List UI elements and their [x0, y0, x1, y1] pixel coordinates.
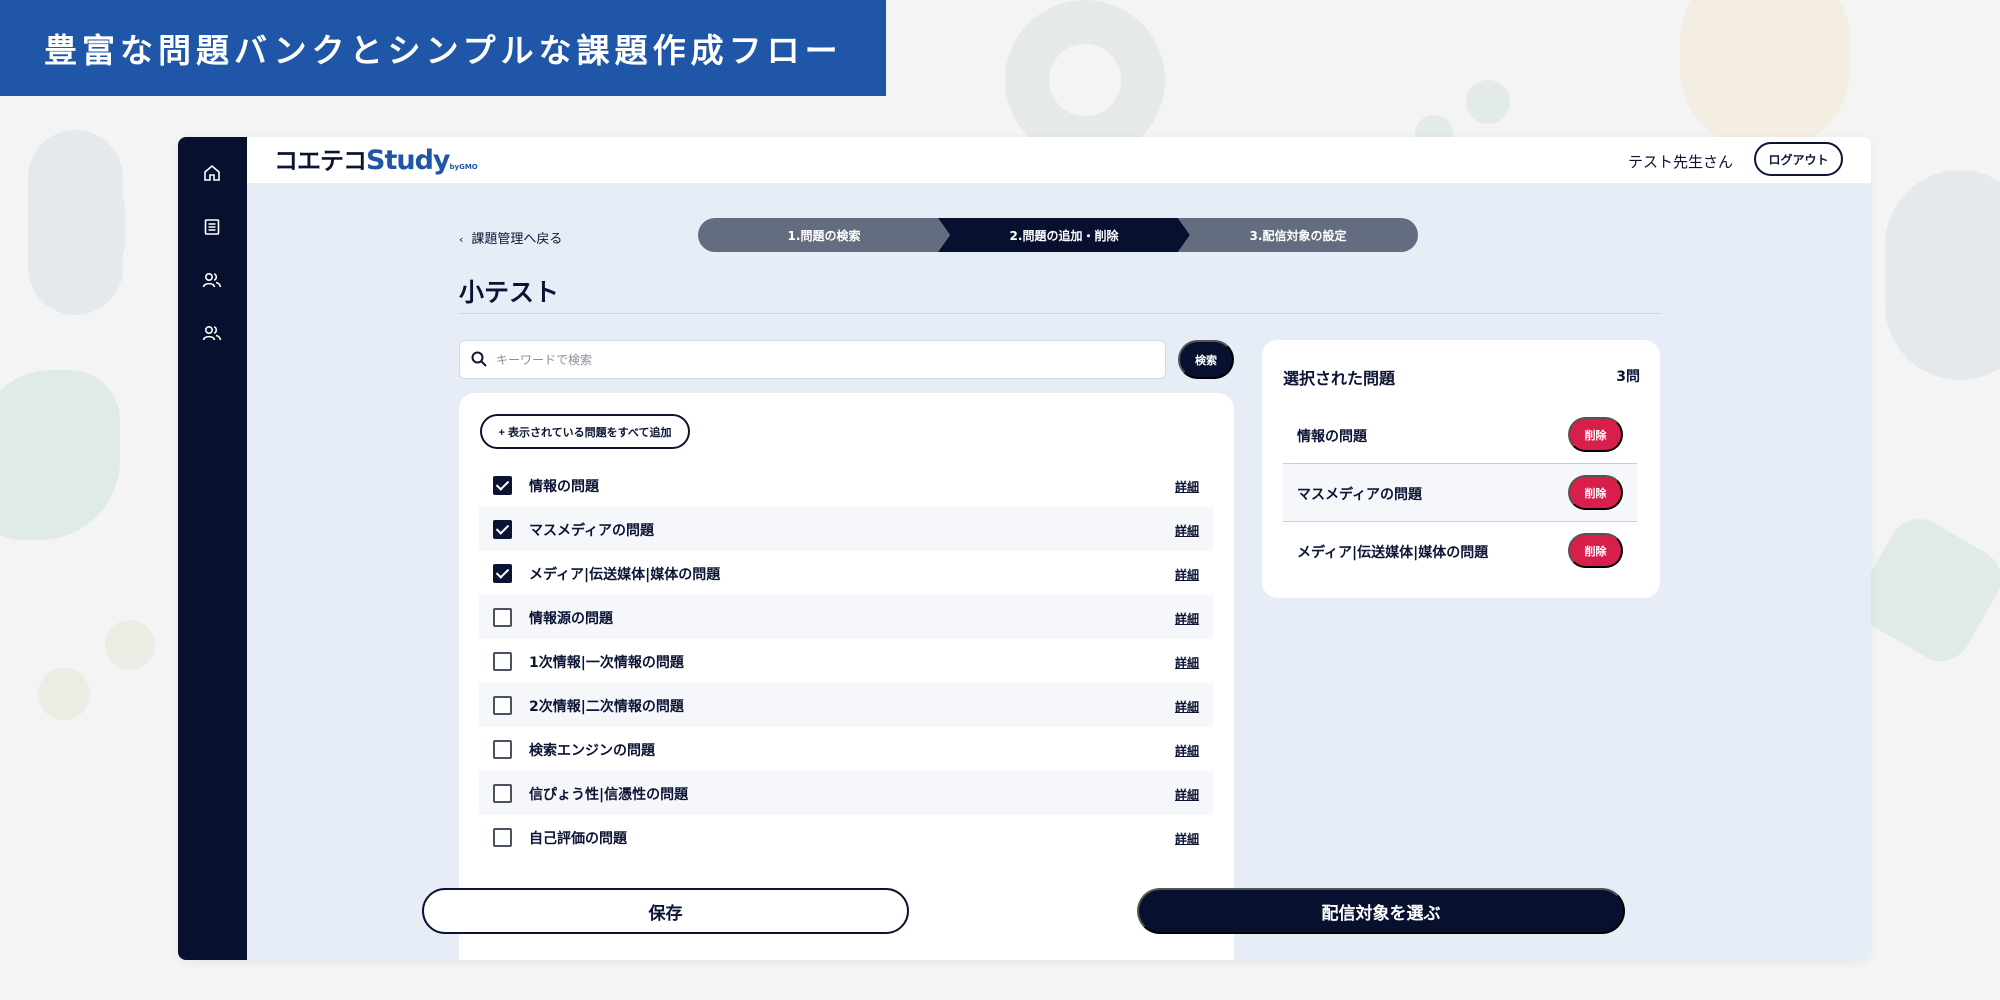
home-icon[interactable] [199, 160, 225, 186]
banner-title: 豊富な問題バンクとシンプルな課題作成フロー [44, 31, 843, 70]
page-title: 小テスト [459, 278, 560, 307]
question-row[interactable]: 検索エンジンの問題 詳細 [479, 727, 1213, 771]
question-row[interactable]: 情報源の問題 詳細 [479, 595, 1213, 639]
background-blob [1680, 0, 1850, 150]
question-list-card: + 表示されている問題をすべて追加 情報の問題 詳細 マスメディアの問題 詳細 … [459, 393, 1234, 960]
question-row[interactable]: 情報の問題 詳細 [479, 463, 1213, 507]
question-label: 1次情報|一次情報の問題 [529, 655, 684, 671]
question-checkbox[interactable] [493, 564, 512, 583]
search-box [459, 340, 1166, 379]
delete-button[interactable]: 削除 [1568, 475, 1623, 510]
search-input[interactable] [496, 341, 1156, 378]
background-blob [1885, 170, 2000, 380]
sidebar [178, 137, 247, 960]
progress-stepper: 1.問題の検索 2.問題の追加・削除 3.配信対象の設定 [698, 218, 1418, 252]
detail-link[interactable]: 詳細 [1175, 478, 1199, 495]
step-add-remove[interactable]: 2.問題の追加・削除 [938, 218, 1190, 252]
background-blob [70, 180, 125, 270]
question-row[interactable]: マスメディアの問題 詳細 [479, 507, 1213, 551]
question-label: 自己評価の問題 [529, 831, 627, 847]
detail-link[interactable]: 詳細 [1175, 522, 1199, 539]
question-checkbox[interactable] [493, 608, 512, 627]
back-link[interactable]: ‹ 課題管理へ戻る [459, 228, 562, 247]
title-divider [459, 313, 1661, 314]
logout-button[interactable]: ログアウト [1754, 142, 1843, 176]
detail-link[interactable]: 詳細 [1175, 698, 1199, 715]
search-button[interactable]: 検索 [1178, 340, 1234, 379]
question-row[interactable]: 1次情報|一次情報の問題 詳細 [479, 639, 1213, 683]
detail-link[interactable]: 詳細 [1175, 566, 1199, 583]
question-row[interactable]: 自己評価の問題 詳細 [479, 815, 1213, 859]
question-label: マスメディアの問題 [529, 523, 655, 539]
question-label: メディア|伝送媒体|媒体の問題 [529, 567, 721, 583]
top-header: コエテコStudybyGMO テスト先生さん ログアウト [247, 137, 1871, 183]
selected-row: 情報の問題 削除 [1283, 406, 1637, 464]
app-logo[interactable]: コエテコStudybyGMO [274, 141, 478, 176]
question-label: 情報の問題 [529, 479, 599, 495]
chevron-left-icon: ‹ [459, 233, 464, 246]
question-row[interactable]: 信ぴょう性|信憑性の問題 詳細 [479, 771, 1213, 815]
step-search[interactable]: 1.問題の検索 [698, 218, 950, 252]
question-checkbox[interactable] [493, 476, 512, 495]
question-label: 2次情報|二次情報の問題 [529, 699, 684, 715]
users-icon[interactable] [199, 320, 225, 346]
step-delivery-target[interactable]: 3.配信対象の設定 [1178, 218, 1418, 252]
app-window: コエテコStudybyGMO テスト先生さん ログアウト ‹ 課題管理へ戻る 1.… [178, 137, 1871, 960]
selected-title: 選択された問題 [1283, 369, 1396, 388]
question-checkbox[interactable] [493, 652, 512, 671]
question-checkbox[interactable] [493, 828, 512, 847]
question-row[interactable]: メディア|伝送媒体|媒体の問題 詳細 [479, 551, 1213, 595]
question-checkbox[interactable] [493, 740, 512, 759]
choose-delivery-target-button[interactable]: 配信対象を選ぶ [1137, 888, 1625, 934]
delete-button[interactable]: 削除 [1568, 533, 1623, 568]
users-icon[interactable] [199, 267, 225, 293]
list-icon[interactable] [199, 214, 225, 240]
user-name: テスト先生さん [1627, 153, 1733, 171]
question-label: 情報源の問題 [529, 611, 613, 627]
selected-questions-card: 選択された問題 3問 情報の問題 削除 マスメディアの問題 削除 メディア|伝送… [1262, 340, 1660, 598]
selected-label: 情報の問題 [1297, 429, 1367, 445]
background-circle [105, 620, 155, 670]
question-row[interactable]: 2次情報|二次情報の問題 詳細 [479, 683, 1213, 727]
add-all-button[interactable]: + 表示されている問題をすべて追加 [480, 414, 690, 449]
save-button[interactable]: 保存 [422, 888, 909, 934]
background-blob [28, 130, 123, 315]
question-label: 検索エンジンの問題 [529, 743, 655, 759]
question-checkbox[interactable] [493, 520, 512, 539]
selected-row: メディア|伝送媒体|媒体の問題 削除 [1283, 522, 1637, 580]
question-label: 信ぴょう性|信憑性の問題 [529, 787, 689, 803]
selected-label: マスメディアの問題 [1297, 487, 1423, 503]
delete-button[interactable]: 削除 [1568, 417, 1623, 452]
detail-link[interactable]: 詳細 [1175, 610, 1199, 627]
search-icon [470, 350, 488, 372]
selected-label: メディア|伝送媒体|媒体の問題 [1297, 545, 1489, 561]
background-circle [38, 668, 90, 720]
selected-count: 3問 [1616, 369, 1640, 385]
selected-row: マスメディアの問題 削除 [1283, 464, 1637, 522]
detail-link[interactable]: 詳細 [1175, 830, 1199, 847]
question-checkbox[interactable] [493, 696, 512, 715]
question-checkbox[interactable] [493, 784, 512, 803]
detail-link[interactable]: 詳細 [1175, 654, 1199, 671]
promo-banner: 豊富な問題バンクとシンプルな課題作成フロー [0, 0, 886, 96]
detail-link[interactable]: 詳細 [1175, 786, 1199, 803]
detail-link[interactable]: 詳細 [1175, 742, 1199, 759]
background-blob [0, 370, 120, 540]
background-ring [1005, 0, 1165, 160]
background-circle [1466, 80, 1510, 124]
